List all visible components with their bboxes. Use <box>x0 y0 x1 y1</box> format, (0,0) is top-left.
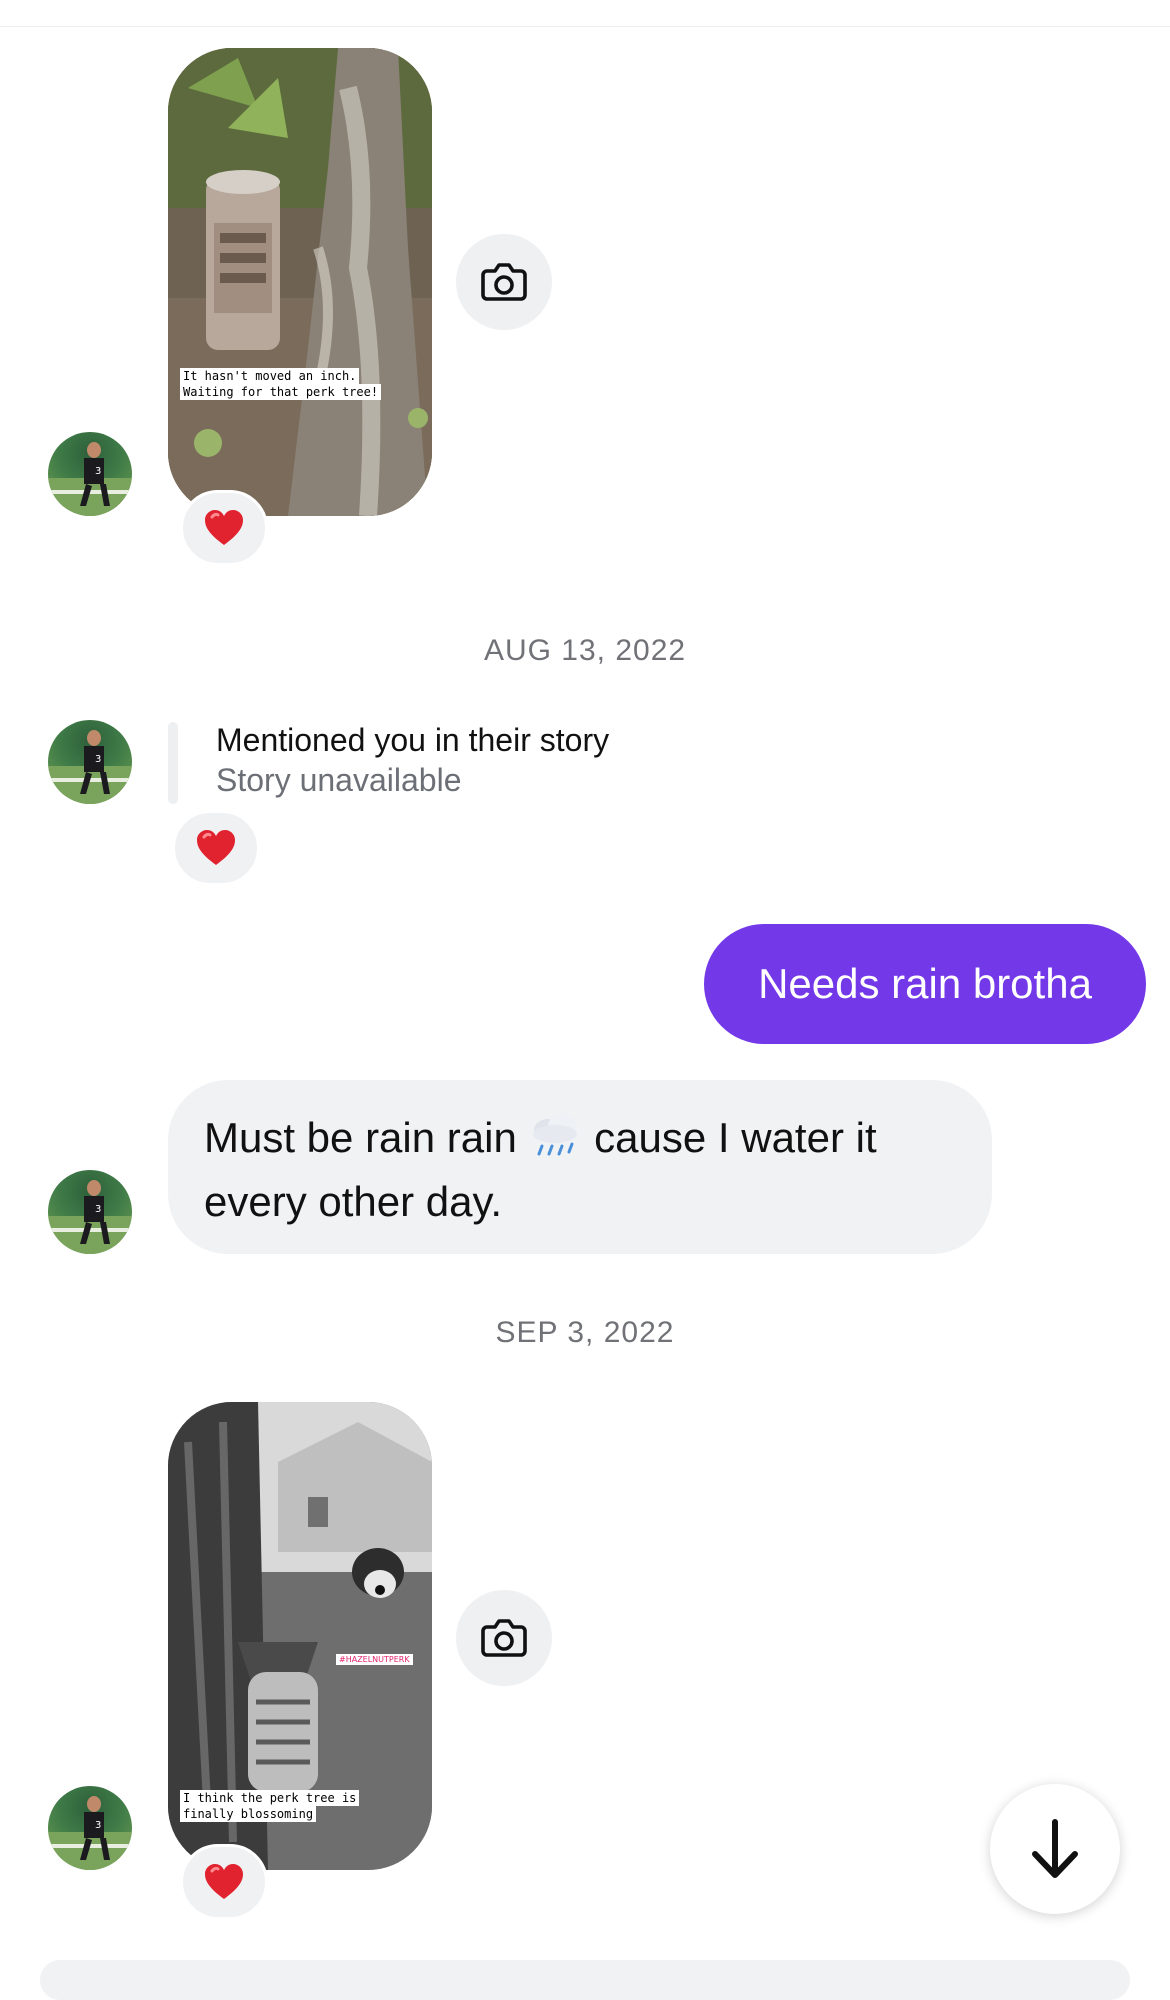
story-hashtag-sticker: #HAZELNUTPERK <box>336 1654 413 1665</box>
svg-text:3: 3 <box>95 466 101 477</box>
story-caption-line: Waiting for that perk tree! <box>180 384 382 400</box>
heart-reaction[interactable] <box>180 1844 268 1920</box>
top-divider <box>0 0 1170 27</box>
message-composer[interactable] <box>40 1960 1130 2000</box>
message-text: Must be rain rain <box>204 1114 529 1161</box>
heart-icon <box>197 830 235 865</box>
mention-quote-bar <box>168 722 178 804</box>
heart-icon <box>205 1864 243 1899</box>
heart-icon <box>205 510 243 545</box>
incoming-message-bubble[interactable]: Must be rain rain cause I water it every… <box>168 1080 992 1254</box>
heart-reaction[interactable] <box>180 490 268 566</box>
heart-reaction[interactable] <box>172 810 260 886</box>
story-caption-line: I think the perk tree is <box>180 1790 360 1806</box>
story-caption-line: It hasn't moved an inch. <box>180 368 360 384</box>
camera-icon <box>481 263 527 301</box>
date-separator: AUG 13, 2022 <box>483 634 687 667</box>
story-caption-line: finally blossoming <box>180 1806 317 1822</box>
outgoing-message-bubble[interactable]: Needs rain brotha <box>704 924 1146 1044</box>
story-photo-tree-can <box>168 48 432 516</box>
avatar[interactable]: 3 <box>48 432 132 516</box>
avatar[interactable]: 3 <box>48 1786 132 1870</box>
message-text: Needs rain brotha <box>758 960 1092 1007</box>
scroll-to-bottom-button[interactable] <box>990 1784 1120 1914</box>
arrow-down-icon <box>1032 1819 1078 1878</box>
mention-subtitle: Story unavailable <box>216 762 462 798</box>
view-story-button[interactable] <box>456 1590 552 1686</box>
mention-title: Mentioned you in their story <box>216 722 610 758</box>
svg-text:3: 3 <box>95 1820 101 1831</box>
avatar[interactable]: 3 <box>48 1170 132 1254</box>
story-reply-image-2[interactable]: #HAZELNUTPERK I think the perk tree is f… <box>168 1402 432 1870</box>
svg-text:3: 3 <box>95 1204 101 1215</box>
story-reply-image-1[interactable]: It hasn't moved an inch. Waiting for tha… <box>168 48 432 516</box>
date-separator: SEP 3, 2022 <box>495 1316 675 1349</box>
svg-text:3: 3 <box>95 754 101 765</box>
rain-cloud-emoji <box>528 1110 582 1174</box>
view-story-button[interactable] <box>456 234 552 330</box>
avatar[interactable]: 3 <box>48 720 132 804</box>
camera-icon <box>481 1619 527 1657</box>
